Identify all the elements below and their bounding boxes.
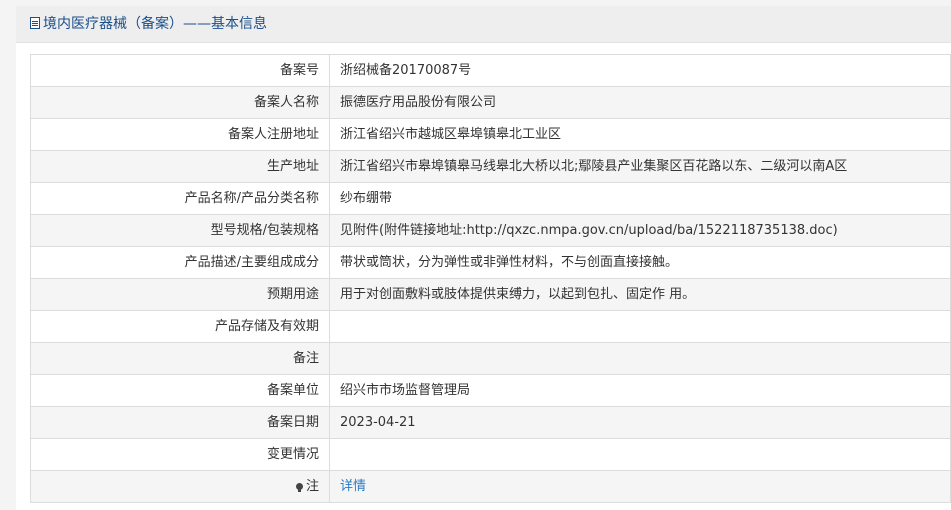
table-row: 备案人名称 振德医疗用品股份有限公司 <box>30 86 951 119</box>
detail-panel: 境内医疗器械（备案）——基本信息 备案号 浙绍械备20170087号 备案人名称… <box>16 6 951 510</box>
note-label-cell: 注 <box>30 470 330 503</box>
field-value: 见附件(附件链接地址:http://qxzc.nmpa.gov.cn/uploa… <box>329 214 951 247</box>
field-value: 带状或筒状，分为弹性或非弹性材料，不与创面直接接触。 <box>329 246 951 279</box>
info-table: 备案号 浙绍械备20170087号 备案人名称 振德医疗用品股份有限公司 备案人… <box>30 54 951 503</box>
field-value: 浙江省绍兴市皋埠镇皋马线皋北大桥以北;鄢陵县产业集聚区百花路以东、二级河以南A区 <box>329 150 951 183</box>
field-value: 振德医疗用品股份有限公司 <box>329 86 951 119</box>
table-row: 预期用途 用于对创面敷料或肢体提供束缚力，以起到包扎、固定作 用。 <box>30 278 951 311</box>
table-row: 备案单位 绍兴市市场监督管理局 <box>30 374 951 407</box>
field-value <box>329 342 951 375</box>
field-value: 纱布绷带 <box>329 182 951 215</box>
table-row: 变更情况 <box>30 438 951 471</box>
panel-header: 境内医疗器械（备案）——基本信息 <box>16 6 951 43</box>
table-row: 生产地址 浙江省绍兴市皋埠镇皋马线皋北大桥以北;鄢陵县产业集聚区百花路以东、二级… <box>30 150 951 183</box>
field-label: 产品名称/产品分类名称 <box>30 182 330 215</box>
note-label: 注 <box>305 479 319 494</box>
table-row: 备注 <box>30 342 951 375</box>
field-label: 变更情况 <box>30 438 330 471</box>
table-row: 产品存储及有效期 <box>30 310 951 343</box>
table-row: 产品名称/产品分类名称 纱布绷带 <box>30 182 951 215</box>
field-label: 预期用途 <box>30 278 330 311</box>
field-label: 备案单位 <box>30 374 330 407</box>
table-row: 备案号 浙绍械备20170087号 <box>30 54 951 87</box>
note-value-cell: 详情 <box>329 470 951 503</box>
page-title: 境内医疗器械（备案）——基本信息 <box>30 15 267 33</box>
field-value: 用于对创面敷料或肢体提供束缚力，以起到包扎、固定作 用。 <box>329 278 951 311</box>
field-value: 绍兴市市场监督管理局 <box>329 374 951 407</box>
field-label: 备案号 <box>30 54 330 87</box>
field-value: 2023-04-21 <box>329 406 951 439</box>
field-label: 产品描述/主要组成成分 <box>30 246 330 279</box>
field-label: 备案日期 <box>30 406 330 439</box>
field-value: 浙江省绍兴市越城区皋埠镇皋北工业区 <box>329 118 951 151</box>
field-value: 浙绍械备20170087号 <box>329 54 951 87</box>
lightbulb-icon <box>295 483 303 492</box>
note-row: 注 详情 <box>30 470 951 503</box>
page-title-text: 境内医疗器械（备案）——基本信息 <box>43 16 267 32</box>
table-row: 型号规格/包装规格 见附件(附件链接地址:http://qxzc.nmpa.go… <box>30 214 951 247</box>
field-label: 型号规格/包装规格 <box>30 214 330 247</box>
details-link[interactable]: 详情 <box>340 479 366 494</box>
field-label: 备案人名称 <box>30 86 330 119</box>
table-row: 备案日期 2023-04-21 <box>30 406 951 439</box>
table-row: 备案人注册地址 浙江省绍兴市越城区皋埠镇皋北工业区 <box>30 118 951 151</box>
field-value <box>329 438 951 471</box>
table-row: 产品描述/主要组成成分 带状或筒状，分为弹性或非弹性材料，不与创面直接接触。 <box>30 246 951 279</box>
field-label: 备案人注册地址 <box>30 118 330 151</box>
field-value <box>329 310 951 343</box>
field-label: 产品存储及有效期 <box>30 310 330 343</box>
document-icon <box>30 17 40 29</box>
field-label: 备注 <box>30 342 330 375</box>
field-label: 生产地址 <box>30 150 330 183</box>
